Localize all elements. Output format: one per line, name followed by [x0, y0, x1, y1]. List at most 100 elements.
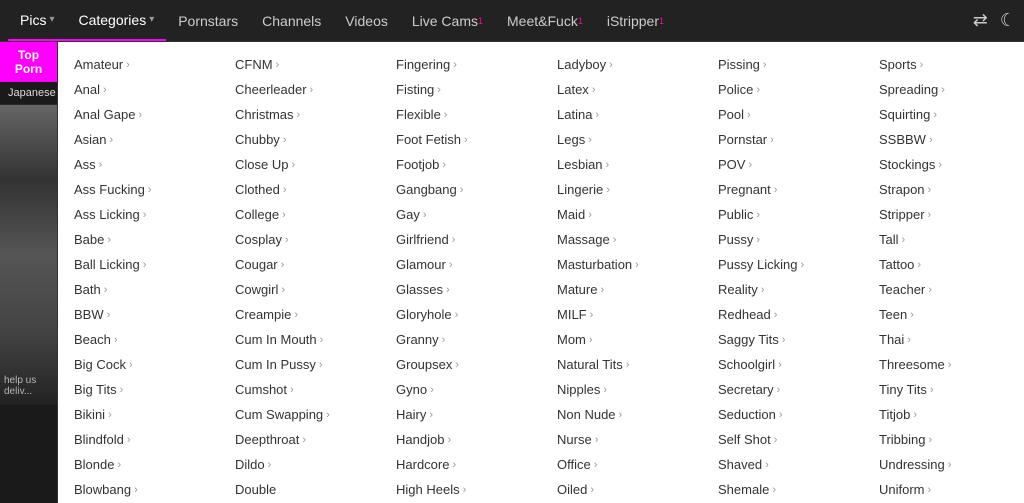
category-item-self-shot[interactable]: Self Shot ›: [702, 427, 863, 452]
category-item-ass-licking[interactable]: Ass Licking ›: [58, 202, 219, 227]
category-item-ladyboy[interactable]: Ladyboy ›: [541, 52, 702, 77]
category-item-saggy-tits[interactable]: Saggy Tits ›: [702, 327, 863, 352]
category-item-ssbbw[interactable]: SSBBW ›: [863, 127, 1024, 152]
nav-livecams[interactable]: Live Cams 1: [400, 0, 495, 41]
category-item-ass-fucking[interactable]: Ass Fucking ›: [58, 177, 219, 202]
category-item-high-heels[interactable]: High Heels ›: [380, 477, 541, 502]
category-item-cumshot[interactable]: Cumshot ›: [219, 377, 380, 402]
category-item-tribbing[interactable]: Tribbing ›: [863, 427, 1024, 452]
shuffle-icon[interactable]: ⇄: [973, 10, 988, 31]
category-item-shemale[interactable]: Shemale ›: [702, 477, 863, 502]
category-item-oiled[interactable]: Oiled ›: [541, 477, 702, 502]
category-item-hardcore[interactable]: Hardcore ›: [380, 452, 541, 477]
category-item-massage[interactable]: Massage ›: [541, 227, 702, 252]
nav-pics[interactable]: Pics ▾: [8, 0, 66, 41]
category-item-blonde[interactable]: Blonde ›: [58, 452, 219, 477]
category-item-titjob[interactable]: Titjob ›: [863, 402, 1024, 427]
category-item-legs[interactable]: Legs ›: [541, 127, 702, 152]
category-item-fisting[interactable]: Fisting ›: [380, 77, 541, 102]
sidebar-item-japanese[interactable]: Japanese: [0, 82, 57, 105]
category-item-natural-tits[interactable]: Natural Tits ›: [541, 352, 702, 377]
category-item-tiny-tits[interactable]: Tiny Tits ›: [863, 377, 1024, 402]
category-item-big-cock[interactable]: Big Cock ›: [58, 352, 219, 377]
category-item-nurse[interactable]: Nurse ›: [541, 427, 702, 452]
category-item-redhead[interactable]: Redhead ›: [702, 302, 863, 327]
category-item-cfnm[interactable]: CFNM ›: [219, 52, 380, 77]
category-item-gangbang[interactable]: Gangbang ›: [380, 177, 541, 202]
category-item-strapon[interactable]: Strapon ›: [863, 177, 1024, 202]
category-item-anal-gape[interactable]: Anal Gape ›: [58, 102, 219, 127]
category-item-hairy[interactable]: Hairy ›: [380, 402, 541, 427]
category-item-teen[interactable]: Teen ›: [863, 302, 1024, 327]
category-item-babe[interactable]: Babe ›: [58, 227, 219, 252]
category-item-groupsex[interactable]: Groupsex ›: [380, 352, 541, 377]
category-item-pool[interactable]: Pool ›: [702, 102, 863, 127]
category-item-mature[interactable]: Mature ›: [541, 277, 702, 302]
category-item-bbw[interactable]: BBW ›: [58, 302, 219, 327]
category-item-tattoo[interactable]: Tattoo ›: [863, 252, 1024, 277]
category-item-thai[interactable]: Thai ›: [863, 327, 1024, 352]
category-item-bikini[interactable]: Bikini ›: [58, 402, 219, 427]
category-item-shaved[interactable]: Shaved ›: [702, 452, 863, 477]
category-item-cum-in-mouth[interactable]: Cum In Mouth ›: [219, 327, 380, 352]
category-item-latex[interactable]: Latex ›: [541, 77, 702, 102]
category-item-creampie[interactable]: Creampie ›: [219, 302, 380, 327]
category-item-cougar[interactable]: Cougar ›: [219, 252, 380, 277]
category-item-deepthroat[interactable]: Deepthroat ›: [219, 427, 380, 452]
category-item-pussy-licking[interactable]: Pussy Licking ›: [702, 252, 863, 277]
category-item-foot-fetish[interactable]: Foot Fetish ›: [380, 127, 541, 152]
category-item-stripper[interactable]: Stripper ›: [863, 202, 1024, 227]
category-item-office[interactable]: Office ›: [541, 452, 702, 477]
category-item-big-tits[interactable]: Big Tits ›: [58, 377, 219, 402]
category-item-teacher[interactable]: Teacher ›: [863, 277, 1024, 302]
category-item-spreading[interactable]: Spreading ›: [863, 77, 1024, 102]
category-item-masturbation[interactable]: Masturbation ›: [541, 252, 702, 277]
category-item-reality[interactable]: Reality ›: [702, 277, 863, 302]
category-item-anal[interactable]: Anal ›: [58, 77, 219, 102]
category-item-college[interactable]: College ›: [219, 202, 380, 227]
category-item-beach[interactable]: Beach ›: [58, 327, 219, 352]
category-item-threesome[interactable]: Threesome ›: [863, 352, 1024, 377]
nav-pornstars[interactable]: Pornstars: [166, 0, 250, 41]
category-item-bath[interactable]: Bath ›: [58, 277, 219, 302]
category-item-lesbian[interactable]: Lesbian ›: [541, 152, 702, 177]
category-item-gay[interactable]: Gay ›: [380, 202, 541, 227]
category-item-lingerie[interactable]: Lingerie ›: [541, 177, 702, 202]
category-item-police[interactable]: Police ›: [702, 77, 863, 102]
category-item-handjob[interactable]: Handjob ›: [380, 427, 541, 452]
category-item-glasses[interactable]: Glasses ›: [380, 277, 541, 302]
category-item-dildo[interactable]: Dildo ›: [219, 452, 380, 477]
category-item-granny[interactable]: Granny ›: [380, 327, 541, 352]
category-item-chubby[interactable]: Chubby ›: [219, 127, 380, 152]
nav-channels[interactable]: Channels: [250, 0, 333, 41]
category-item-non-nude[interactable]: Non Nude ›: [541, 402, 702, 427]
category-item-clothed[interactable]: Clothed ›: [219, 177, 380, 202]
category-item-footjob[interactable]: Footjob ›: [380, 152, 541, 177]
category-item-stockings[interactable]: Stockings ›: [863, 152, 1024, 177]
category-item-close-up[interactable]: Close Up ›: [219, 152, 380, 177]
category-item-pregnant[interactable]: Pregnant ›: [702, 177, 863, 202]
category-item-undressing[interactable]: Undressing ›: [863, 452, 1024, 477]
category-item-uniform[interactable]: Uniform ›: [863, 477, 1024, 502]
category-item-milf[interactable]: MILF ›: [541, 302, 702, 327]
category-item-blowbang[interactable]: Blowbang ›: [58, 477, 219, 502]
category-item-cum-swapping[interactable]: Cum Swapping ›: [219, 402, 380, 427]
nav-meetfuck[interactable]: Meet&Fuck 1: [495, 0, 595, 41]
category-item-girlfriend[interactable]: Girlfriend ›: [380, 227, 541, 252]
category-item-tall[interactable]: Tall ›: [863, 227, 1024, 252]
category-item-nipples[interactable]: Nipples ›: [541, 377, 702, 402]
night-mode-icon[interactable]: ☾: [1000, 10, 1016, 31]
category-item-pussy[interactable]: Pussy ›: [702, 227, 863, 252]
category-item-asian[interactable]: Asian ›: [58, 127, 219, 152]
category-item-double[interactable]: Double: [219, 477, 380, 502]
category-item-schoolgirl[interactable]: Schoolgirl ›: [702, 352, 863, 377]
category-item-squirting[interactable]: Squirting ›: [863, 102, 1024, 127]
category-item-blindfold[interactable]: Blindfold ›: [58, 427, 219, 452]
category-item-flexible[interactable]: Flexible ›: [380, 102, 541, 127]
category-item-mom[interactable]: Mom ›: [541, 327, 702, 352]
category-item-secretary[interactable]: Secretary ›: [702, 377, 863, 402]
category-item-amateur[interactable]: Amateur ›: [58, 52, 219, 77]
category-item-cheerleader[interactable]: Cheerleader ›: [219, 77, 380, 102]
category-item-pov[interactable]: POV ›: [702, 152, 863, 177]
category-item-cosplay[interactable]: Cosplay ›: [219, 227, 380, 252]
